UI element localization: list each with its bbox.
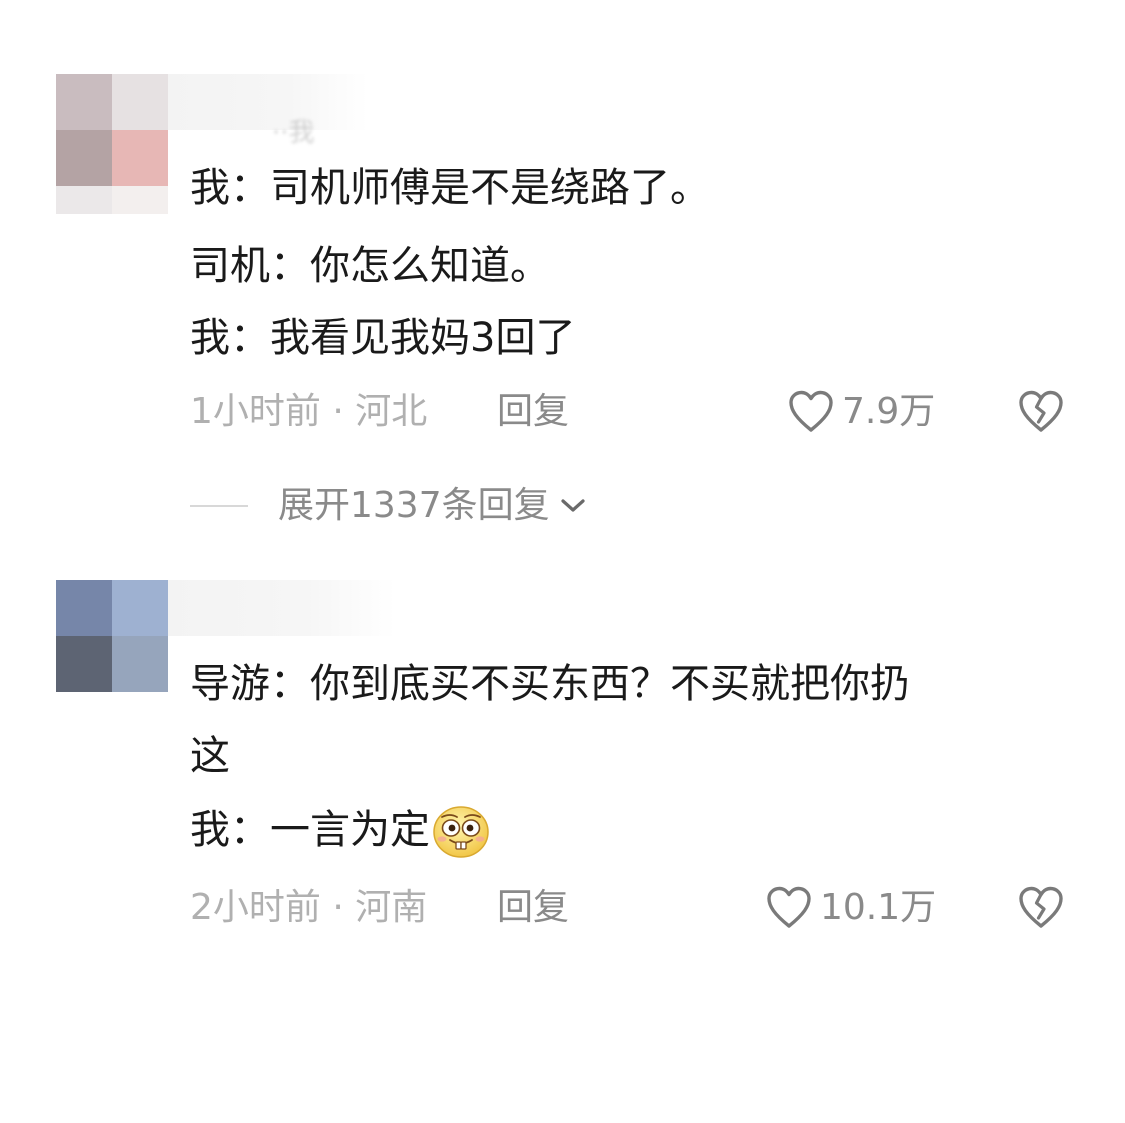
username[interactable]: ··我 <box>272 112 315 149</box>
comment-text-line: 我：司机师傅是不是绕路了。 <box>190 165 710 211</box>
comment-meta: 1小时前 · 河北 <box>190 391 428 432</box>
avatar-pixel <box>56 636 112 692</box>
comment-text-line: 这 <box>190 733 230 779</box>
username-blur <box>168 74 368 130</box>
avatar-pixel <box>112 580 168 638</box>
heart-outline-icon <box>789 390 833 432</box>
divider-dash <box>190 505 248 507</box>
avatar-pixel <box>56 186 112 214</box>
like-count: 7.9万 <box>842 391 936 432</box>
comment-text-line: 我：一言为定 <box>190 802 490 859</box>
broken-heart-icon <box>1019 886 1063 928</box>
comment-meta: 2小时前 · 河南 <box>190 887 428 928</box>
avatar-pixel <box>112 74 168 132</box>
chevron-down-icon <box>561 499 585 512</box>
avatar[interactable] <box>56 74 168 214</box>
grinning-buck-teeth-emoji <box>433 806 489 858</box>
avatar-pixel <box>56 74 112 132</box>
avatar[interactable] <box>56 580 168 692</box>
avatar-pixel <box>56 130 112 188</box>
dislike-button[interactable] <box>1018 886 1064 934</box>
like-button[interactable]: 7.9万 <box>788 388 935 436</box>
expand-replies-label: 展开1337条回复 <box>278 485 550 526</box>
comment-text-line: 导游：你到底买不买东西？不买就把你扔 <box>190 661 910 707</box>
avatar-pixel <box>112 186 168 214</box>
comment-text-line: 司机：你怎么知道。 <box>190 243 550 289</box>
expand-replies-button[interactable]: 展开1337条回复 <box>190 482 588 530</box>
heart-outline-icon <box>767 886 811 928</box>
avatar-pixel <box>112 130 168 188</box>
comment-text-line: 我：我看见我妈3回了 <box>190 315 576 361</box>
avatar-pixel <box>112 636 168 692</box>
like-button[interactable]: 10.1万 <box>766 884 936 932</box>
dislike-button[interactable] <box>1018 390 1064 438</box>
avatar-pixel <box>56 580 112 638</box>
reply-button[interactable]: 回复 <box>497 388 569 436</box>
comment-text-segment: 我：一言为定 <box>190 807 430 853</box>
like-count: 10.1万 <box>820 887 937 928</box>
reply-button[interactable]: 回复 <box>497 884 569 932</box>
username-blur <box>168 580 396 636</box>
broken-heart-icon <box>1019 390 1063 432</box>
